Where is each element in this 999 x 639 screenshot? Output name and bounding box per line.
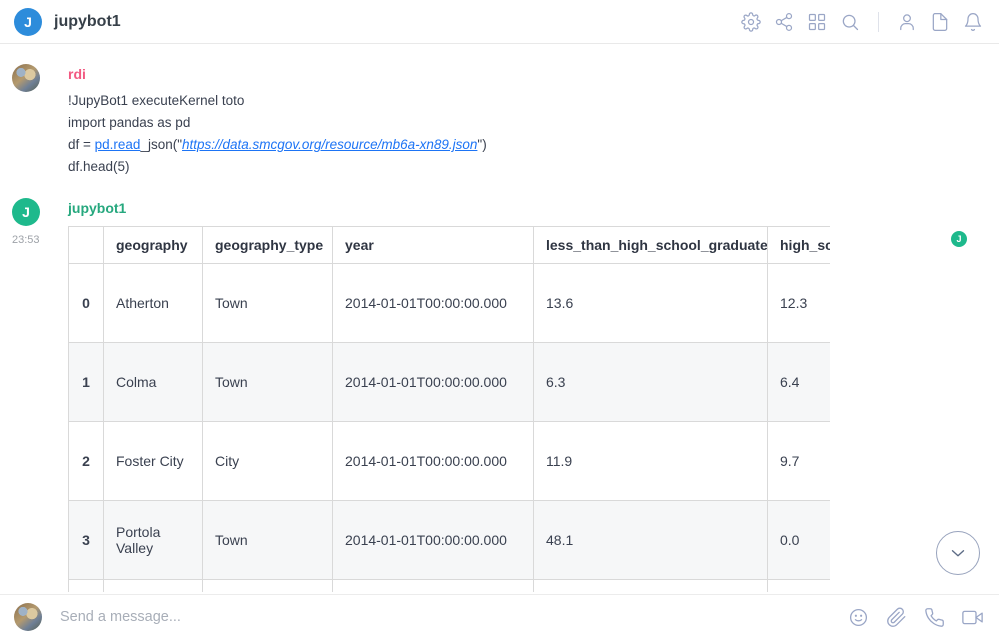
row-index-cell: 0 [69, 264, 104, 343]
table-cell: 2014-01-01T00:00:00.000 [333, 422, 534, 501]
table-cell: Colma [104, 343, 203, 422]
header-divider [878, 12, 879, 32]
table-cell [768, 580, 831, 593]
settings-icon[interactable] [739, 10, 763, 34]
dataset-url-link[interactable]: https://data.smcgov.org/resource/mb6a-xn… [182, 137, 477, 152]
file-icon[interactable] [928, 10, 952, 34]
table-header-cell: high_school_graduate [768, 227, 831, 264]
channel-header: J jupybot1 [0, 0, 999, 44]
table-cell: 2014-01-01T00:00:00.000 [333, 343, 534, 422]
table-cell: Town [203, 501, 333, 580]
row-index-cell: 2 [69, 422, 104, 501]
row-index-cell: 3 [69, 501, 104, 580]
table-header-cell [69, 227, 104, 264]
table-row-partial [69, 580, 831, 593]
table-cell: 9.7 [768, 422, 831, 501]
table-cell: Portola Valley [104, 501, 203, 580]
pd-read-link[interactable]: pd.read [95, 137, 141, 152]
table-header-cell: geography_type [203, 227, 333, 264]
message-timestamp: 23:53 [12, 234, 40, 246]
message-text-line: df.head(5) [68, 156, 999, 178]
search-icon[interactable] [838, 10, 862, 34]
table-header-row: geographygeography_typeyearless_than_hig… [69, 227, 831, 264]
message-list[interactable]: rdi !JupyBot1 executeKernel toto import … [0, 44, 999, 594]
code-text: df = [68, 137, 95, 152]
table-cell: 11.9 [534, 422, 768, 501]
video-icon[interactable] [960, 605, 985, 630]
channel-avatar[interactable]: J [14, 8, 42, 36]
table-cell [69, 580, 104, 593]
table-row: 3Portola ValleyTown2014-01-01T00:00:00.0… [69, 501, 831, 580]
table-cell: City [203, 422, 333, 501]
message-jupybot1: J 23:53 jupybot1 geographygeography_type… [12, 198, 999, 592]
table-cell: 2014-01-01T00:00:00.000 [333, 264, 534, 343]
username-rdi[interactable]: rdi [68, 66, 999, 83]
composer-user-avatar [14, 603, 42, 631]
table-body: 0AthertonTown2014-01-01T00:00:00.00013.6… [69, 264, 831, 593]
message-text-line: !JupyBot1 executeKernel toto [68, 90, 999, 112]
row-index-cell: 1 [69, 343, 104, 422]
table-row: 0AthertonTown2014-01-01T00:00:00.00013.6… [69, 264, 831, 343]
message-rdi: rdi !JupyBot1 executeKernel toto import … [12, 64, 999, 178]
table-cell: 12.3 [768, 264, 831, 343]
bot-avatar-letter: J [22, 204, 30, 220]
table-cell: 2014-01-01T00:00:00.000 [333, 501, 534, 580]
table-cell [333, 580, 534, 593]
message-text-line: df = pd.read_json("https://data.smcgov.o… [68, 134, 999, 156]
table-cell: Town [203, 264, 333, 343]
emoji-icon[interactable] [846, 605, 871, 630]
code-text: ") [477, 137, 486, 152]
table-cell [534, 580, 768, 593]
table-cell: 6.4 [768, 343, 831, 422]
message-input[interactable] [58, 608, 830, 626]
table-cell: Atherton [104, 264, 203, 343]
table-row: 2Foster CityCity2014-01-01T00:00:00.0001… [69, 422, 831, 501]
table-cell: 48.1 [534, 501, 768, 580]
user-avatar[interactable] [12, 64, 40, 92]
username-jupybot1[interactable]: jupybot1 [68, 200, 999, 217]
dataframe-table: geographygeography_typeyearless_than_hig… [68, 226, 830, 592]
phone-icon[interactable] [922, 605, 947, 630]
share-icon[interactable] [772, 10, 796, 34]
bot-mini-avatar: J [951, 231, 967, 247]
bot-avatar[interactable]: J [12, 198, 40, 226]
table-cell: 0.0 [768, 501, 831, 580]
table-cell [104, 580, 203, 593]
chat-app: J jupybot1 [0, 0, 999, 639]
scroll-to-bottom-button[interactable] [936, 531, 980, 575]
message-text-line: import pandas as pd [68, 112, 999, 134]
apps-grid-icon[interactable] [805, 10, 829, 34]
table-cell [203, 580, 333, 593]
channel-avatar-letter: J [24, 14, 32, 30]
channel-title: jupybot1 [54, 13, 121, 31]
message-composer [0, 594, 999, 639]
table-cell: Foster City [104, 422, 203, 501]
bell-icon[interactable] [961, 10, 985, 34]
chevron-down-icon [947, 542, 969, 564]
table-header-cell: geography [104, 227, 203, 264]
attachment-icon[interactable] [884, 605, 909, 630]
dataframe-table-container[interactable]: geographygeography_typeyearless_than_hig… [68, 226, 830, 592]
code-text: _json(" [140, 137, 182, 152]
table-row: 1ColmaTown2014-01-01T00:00:00.0006.36.4 [69, 343, 831, 422]
table-header-cell: less_than_high_school_graduate [534, 227, 768, 264]
bot-mini-avatar-letter: J [956, 234, 961, 244]
table-header-cell: year [333, 227, 534, 264]
table-cell: 6.3 [534, 343, 768, 422]
table-cell: Town [203, 343, 333, 422]
table-cell: 13.6 [534, 264, 768, 343]
user-icon[interactable] [895, 10, 919, 34]
